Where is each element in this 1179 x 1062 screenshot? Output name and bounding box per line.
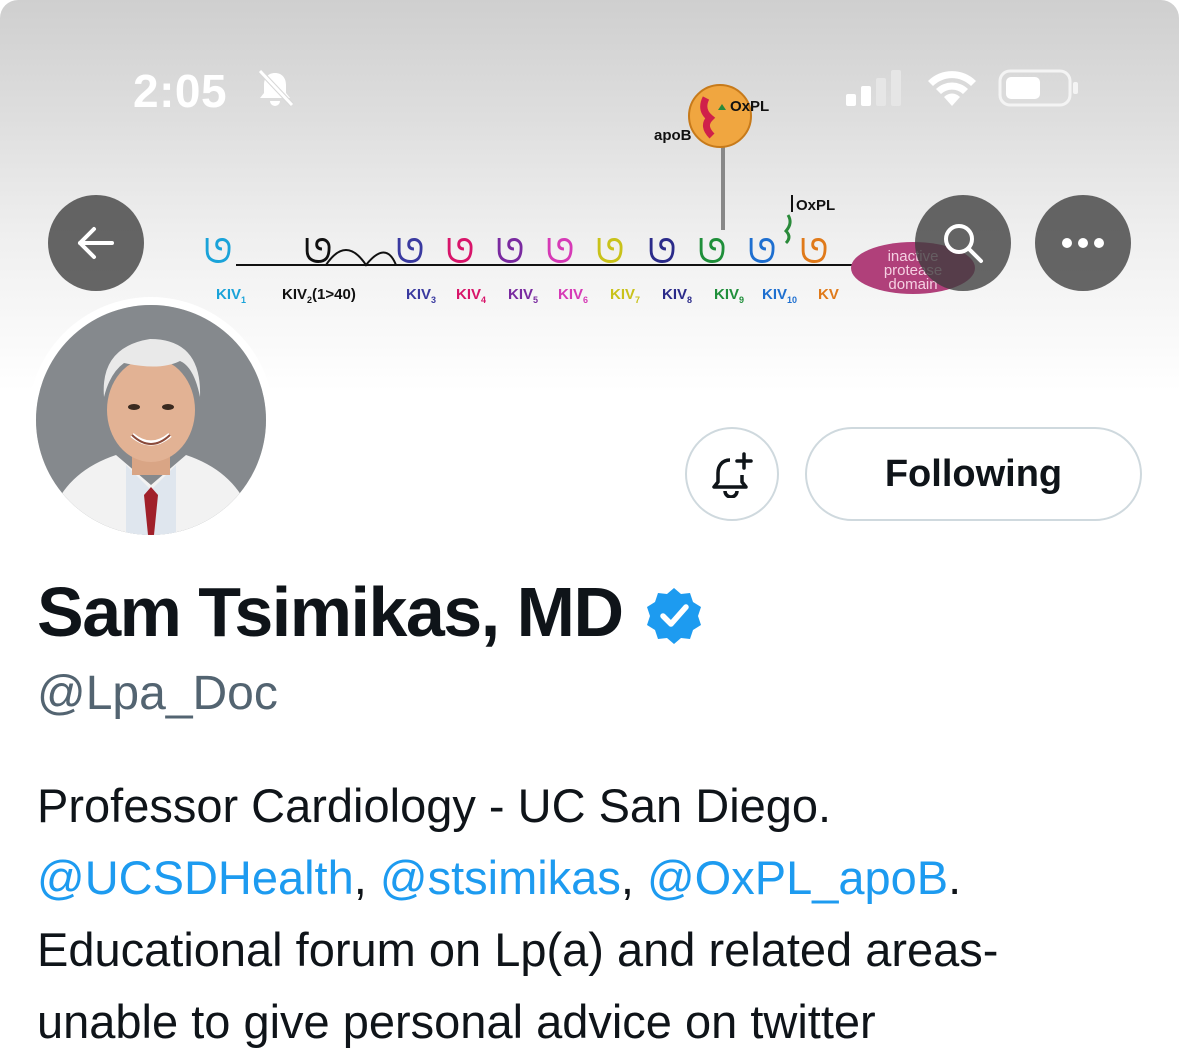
profile-handle: @Lpa_Doc [37,667,278,720]
bio-line: @UCSDHealth, @stsimikas, @OxPL_apoB. [37,842,1157,914]
search-icon [944,224,983,263]
profile-bio: Professor Cardiology - UC San Diego. @UC… [37,770,1157,1058]
svg-text:KIV6: KIV6 [558,286,588,305]
mention-oxpl-apob-link[interactable]: @OxPL_apoB [647,851,948,904]
svg-text:KIV10: KIV10 [762,286,797,305]
svg-text:ᘎ: ᘎ [446,232,474,272]
search-button[interactable] [915,195,1011,291]
notifications-button[interactable] [685,427,779,521]
svg-text:ᘎ: ᘎ [800,232,828,272]
svg-text:KV: KV [818,286,839,303]
avatar[interactable] [36,305,266,535]
bell-slash-icon [258,69,294,107]
svg-text:KIV8: KIV8 [662,286,692,305]
svg-text:KIV1: KIV1 [216,286,246,305]
arrow-left-icon [78,227,114,259]
svg-text:ᘎ: ᘎ [304,232,332,272]
bio-line: Professor Cardiology - UC San Diego. [37,779,832,832]
following-button[interactable]: Following [805,427,1142,521]
verified-badge-icon[interactable] [645,586,703,644]
svg-text:ᘎ: ᘎ [596,232,624,272]
more-horizontal-icon [1062,238,1104,248]
back-button[interactable] [48,195,144,291]
svg-text:ᘎ: ᘎ [648,232,676,272]
status-time: 2:05 [133,65,228,117]
svg-text:ᘎ: ᘎ [748,232,776,272]
svg-text:KIV5: KIV5 [508,286,538,305]
bio-line: Educational forum on Lp(a) and related a… [37,923,999,976]
bio-separator: , [353,851,380,904]
wifi-icon [928,71,976,106]
svg-text:KIV2(1>40): KIV2(1>40) [282,286,356,305]
mention-ucsdhealth-link[interactable]: @UCSDHealth [37,851,354,904]
svg-text:KIV3: KIV3 [406,286,436,305]
svg-text:ᘎ: ᘎ [496,232,524,272]
bio-separator: , [620,851,647,904]
status-bar: 2:05 [0,0,1179,130]
display-name: Sam Tsimikas, MD [37,573,624,651]
bio-line: unable to give personal advice on twitte… [37,995,876,1048]
battery-icon [998,69,1078,107]
svg-text:ᘎ: ᘎ [204,232,232,272]
diagram-oxpl-mid: OxPL [796,197,835,214]
bell-plus-icon [712,452,753,498]
svg-text:KIV9: KIV9 [714,286,744,305]
avatar-frame[interactable] [28,297,274,543]
svg-text:KIV4: KIV4 [456,286,486,305]
more-options-button[interactable] [1035,195,1131,291]
svg-text:ᘎ: ᘎ [698,232,726,272]
kringle-labels: KIV1 KIV2(1>40) KIV3 KIV4 KIV5 KIV6 KIV7… [216,286,839,305]
profile-name-row: Sam Tsimikas, MD [37,572,703,652]
cellular-signal-icon [846,70,901,106]
bio-period: . [948,851,962,904]
svg-text:ᘎ: ᘎ [546,232,574,272]
mention-stsimikas-link[interactable]: @stsimikas [380,851,621,904]
svg-text:ᘎ: ᘎ [396,232,424,272]
svg-text:KIV7: KIV7 [610,286,640,305]
